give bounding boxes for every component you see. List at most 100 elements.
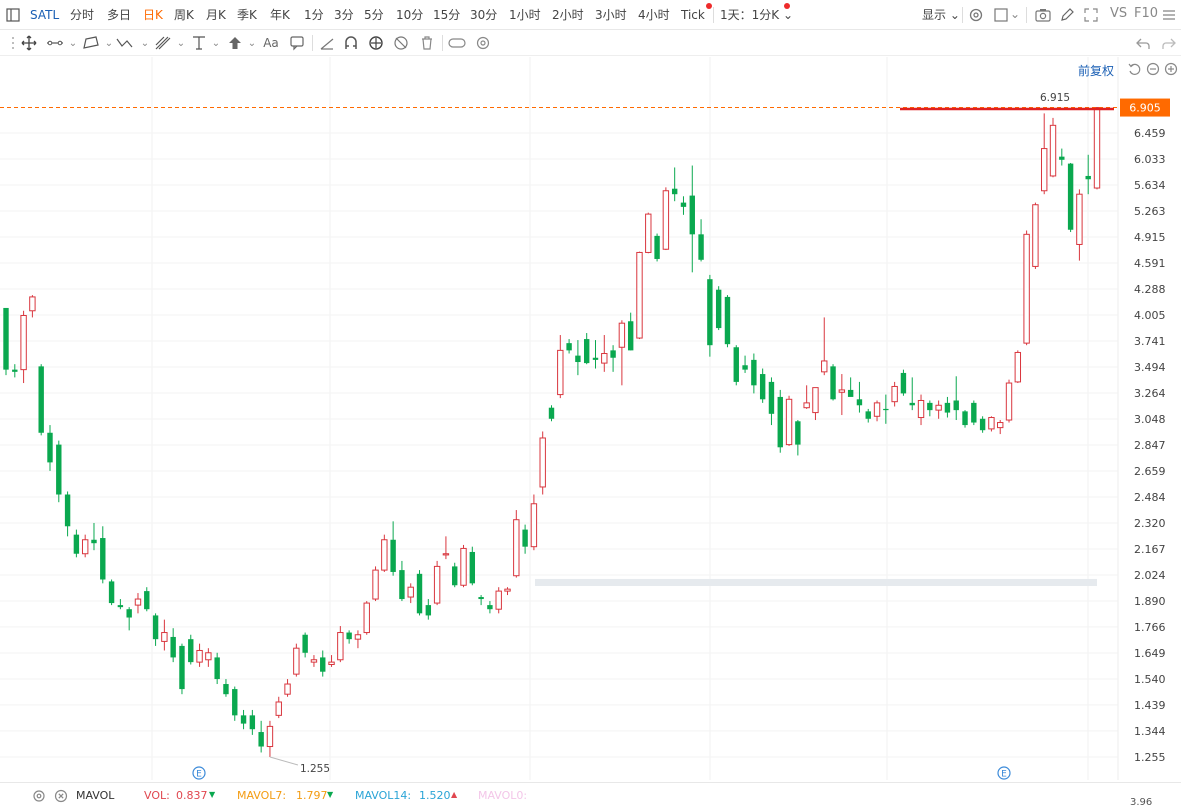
indicator-close-icon[interactable] (54, 788, 68, 807)
interval-selector[interactable]: 1天：1分K ⌄ (720, 7, 793, 23)
candlestick-chart[interactable]: 6.459 6.033 5.634 5.263 4.915 4.591 4.288 4.005… (0, 57, 1181, 780)
crosshair-move-icon[interactable] (20, 34, 38, 52)
period-tab[interactable]: 2小时 (552, 7, 584, 23)
period-tab[interactable]: Tick (681, 7, 705, 23)
candle-body-up (645, 213, 652, 253)
candle-body-down (724, 296, 731, 345)
fibonacci-hatch-icon[interactable] (154, 34, 172, 52)
arrow-up-icon[interactable] (226, 34, 244, 52)
candle-body-up (1049, 124, 1057, 177)
price-axis-label: 1.890 (1134, 595, 1166, 608)
chevron-down-icon[interactable]: ⌄ (64, 34, 82, 52)
period-tab[interactable]: 月K (206, 7, 226, 23)
measure-tool-icon[interactable] (190, 34, 208, 52)
link-icon[interactable] (448, 34, 466, 52)
candle-body-down (12, 369, 18, 372)
price-adjustment-selector[interactable]: 前复权 (1078, 62, 1114, 79)
period-tab[interactable]: 日K (143, 7, 163, 23)
wave-pattern-icon[interactable] (116, 34, 134, 52)
divider (713, 7, 714, 23)
period-tab[interactable]: 1小时 (509, 7, 541, 23)
drawing-settings-icon[interactable] (474, 34, 492, 52)
candle-body-down (487, 605, 493, 610)
symbol-label[interactable]: SATL (30, 7, 59, 23)
mavol7-value: 1.797 (296, 789, 328, 802)
candle-body-up (1032, 204, 1039, 267)
f10-button[interactable]: F10 (1134, 6, 1158, 22)
period-tab[interactable]: 4小时 (638, 7, 670, 23)
trash-icon[interactable] (418, 34, 436, 52)
candle-body-down (100, 538, 106, 580)
chevron-down-icon[interactable]: ⌄ (172, 34, 190, 52)
period-tab[interactable]: 5分 (364, 7, 384, 23)
chevron-down-icon[interactable]: ⌄ (243, 34, 261, 52)
candle-body-down (715, 289, 722, 329)
display-menu[interactable]: 显示 ⌄ (922, 7, 960, 23)
magnet-icon[interactable] (342, 34, 360, 52)
hide-drawings-icon[interactable] (392, 34, 410, 52)
period-tab[interactable]: 30分 (470, 7, 497, 23)
current-price-value: 6.905 (1129, 102, 1161, 115)
indicator-settings-icon[interactable] (32, 788, 46, 807)
candle-body-up (20, 314, 27, 371)
chevron-down-icon[interactable]: ⌄ (1010, 6, 1020, 22)
indicator-name[interactable]: MAVOL (76, 789, 114, 802)
candle-body-up (1014, 351, 1022, 383)
candle-body-down (654, 235, 660, 259)
vs-compare-button[interactable]: VS (1110, 6, 1127, 22)
layout-square-icon[interactable] (992, 6, 1010, 24)
zoom-in-icon[interactable] (1164, 61, 1178, 80)
price-axis-label: 3.741 (1134, 335, 1166, 348)
chevron-down-icon[interactable]: ⌄ (136, 34, 154, 52)
price-axis-label: 4.005 (1134, 309, 1166, 322)
period-tab[interactable]: 3分 (334, 7, 354, 23)
candle-body-down (3, 307, 9, 370)
sync-icon[interactable] (367, 34, 385, 52)
volume-axis-value: 3.96 (1130, 797, 1153, 808)
candle-body-up (328, 661, 335, 665)
price-axis-label: 4.288 (1134, 283, 1166, 296)
earnings-event-label: E (1001, 770, 1007, 780)
period-tab[interactable]: 15分 (433, 7, 460, 23)
undo-icon[interactable] (1134, 34, 1152, 52)
drawing-toolbar: ⌄ ⌄ ⌄ ⌄ ⌄ ⌄ Aa (0, 30, 1181, 56)
reset-chart-icon[interactable] (1128, 61, 1142, 80)
candle-body-up (873, 402, 881, 417)
redo-icon[interactable] (1160, 34, 1178, 52)
period-tab[interactable]: 季K (237, 7, 257, 23)
candle-body-up (337, 632, 344, 661)
candle-body-down (566, 343, 572, 351)
text-tool-icon[interactable]: Aa (262, 34, 280, 52)
settings-gear-icon[interactable] (967, 6, 985, 24)
period-tab[interactable]: 分时 (70, 7, 94, 23)
candle-body-down (883, 408, 889, 411)
candle-body-up (662, 190, 670, 250)
trend-line-icon[interactable] (46, 34, 64, 52)
period-tab[interactable]: 多日 (107, 7, 131, 23)
period-tab[interactable]: 10分 (396, 7, 423, 23)
zoom-out-icon[interactable] (1146, 61, 1160, 80)
comment-icon[interactable] (288, 34, 306, 52)
candle-body-up (196, 649, 203, 663)
polygon-tool-icon[interactable] (82, 34, 100, 52)
candle-body-down (777, 396, 783, 448)
period-tab[interactable]: 年K (270, 7, 290, 23)
chevron-down-icon[interactable]: ⌄ (207, 34, 225, 52)
period-tab[interactable]: 1分 (304, 7, 324, 23)
high-price-annotation: 6.915 (1040, 92, 1070, 104)
low-price-leader (269, 756, 299, 766)
candle-body-up (442, 553, 450, 556)
sidebar-toggle-icon[interactable] (4, 6, 22, 24)
menu-icon[interactable] (1160, 6, 1178, 24)
candle-body-up (1093, 107, 1101, 189)
chevron-down-icon: ⌄ (949, 8, 960, 22)
period-tab[interactable]: 3小时 (595, 7, 627, 23)
period-tab[interactable]: 周K (174, 7, 194, 23)
fullscreen-icon[interactable] (1082, 6, 1100, 24)
candle-body-down (953, 400, 959, 411)
camera-icon[interactable] (1034, 6, 1052, 24)
pencil-icon[interactable] (1058, 6, 1076, 24)
angle-ruler-icon[interactable] (318, 34, 336, 52)
candle-body-down (425, 605, 432, 616)
candle-body-up (1041, 148, 1048, 192)
